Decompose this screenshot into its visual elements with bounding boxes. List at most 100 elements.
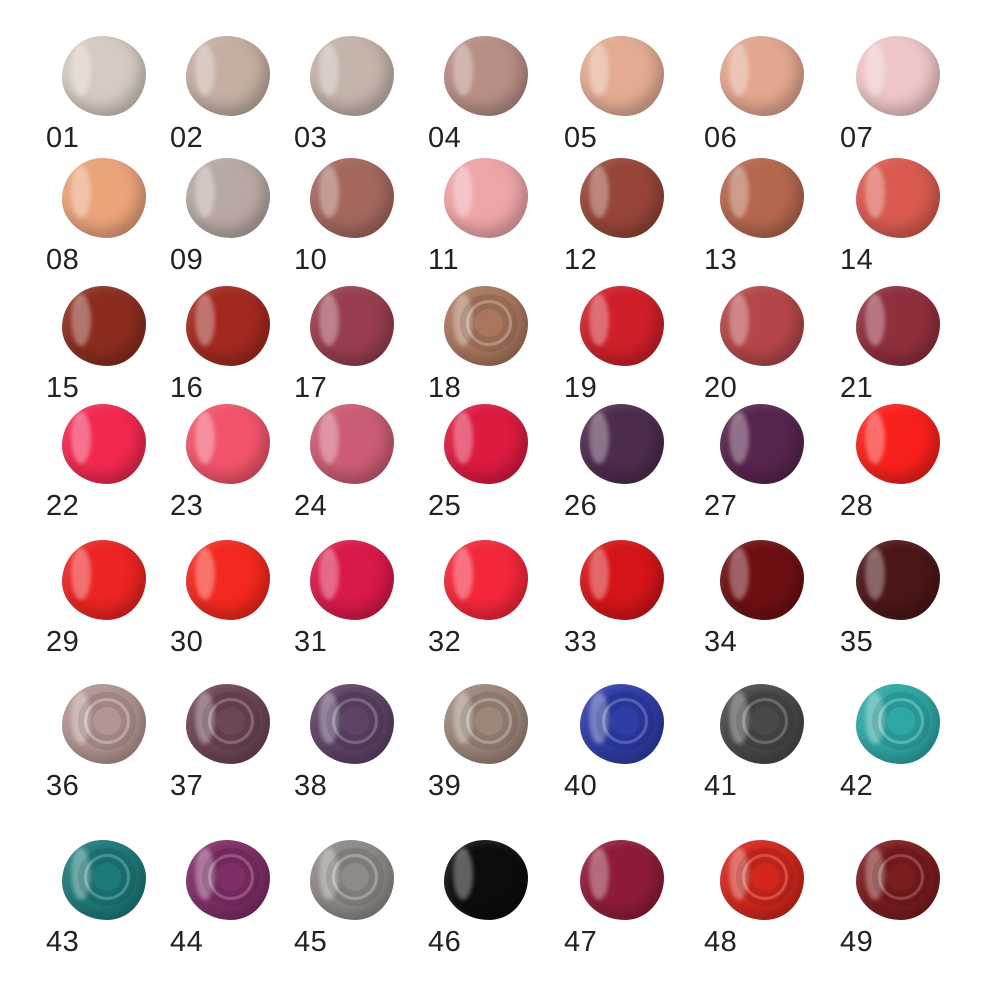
shade-number: 23 — [170, 490, 204, 522]
shade-swatch-14[interactable]: 14 — [840, 158, 962, 293]
shade-swatch-01[interactable]: 01 — [46, 36, 168, 171]
polish-blob — [720, 404, 804, 484]
shade-swatch-49[interactable]: 49 — [840, 840, 962, 975]
polish-blob — [310, 286, 394, 366]
gloss-highlight — [195, 692, 215, 744]
polish-blob — [720, 158, 804, 238]
gloss-highlight — [589, 848, 609, 900]
polish-blob — [186, 404, 270, 484]
shade-number: 24 — [294, 490, 328, 522]
gloss-highlight — [319, 166, 339, 218]
shade-swatch-15[interactable]: 15 — [46, 286, 168, 421]
shade-swatch-05[interactable]: 05 — [564, 36, 686, 171]
gloss-highlight — [729, 412, 749, 464]
shade-swatch-22[interactable]: 22 — [46, 404, 168, 539]
gloss-highlight — [195, 294, 215, 346]
shade-swatch-38[interactable]: 38 — [294, 684, 416, 819]
gloss-highlight — [589, 44, 609, 96]
shade-swatch-24[interactable]: 24 — [294, 404, 416, 539]
shade-swatch-26[interactable]: 26 — [564, 404, 686, 539]
polish-blob — [62, 684, 146, 764]
shade-swatch-12[interactable]: 12 — [564, 158, 686, 293]
shade-swatch-47[interactable]: 47 — [564, 840, 686, 975]
shade-swatch-35[interactable]: 35 — [840, 540, 962, 675]
shade-number: 07 — [840, 122, 874, 154]
gloss-highlight — [453, 692, 473, 744]
shade-swatch-19[interactable]: 19 — [564, 286, 686, 421]
shade-swatch-37[interactable]: 37 — [170, 684, 292, 819]
shade-swatch-07[interactable]: 07 — [840, 36, 962, 171]
shade-swatch-29[interactable]: 29 — [46, 540, 168, 675]
shade-swatch-28[interactable]: 28 — [840, 404, 962, 539]
shade-swatch-42[interactable]: 42 — [840, 684, 962, 819]
polish-blob — [720, 684, 804, 764]
shade-swatch-08[interactable]: 08 — [46, 158, 168, 293]
shade-number: 21 — [840, 372, 874, 404]
shade-swatch-17[interactable]: 17 — [294, 286, 416, 421]
shade-swatch-27[interactable]: 27 — [704, 404, 826, 539]
shade-swatch-33[interactable]: 33 — [564, 540, 686, 675]
shade-swatch-03[interactable]: 03 — [294, 36, 416, 171]
shade-swatch-09[interactable]: 09 — [170, 158, 292, 293]
polish-blob — [720, 36, 804, 116]
gloss-highlight — [71, 548, 91, 600]
shade-swatch-44[interactable]: 44 — [170, 840, 292, 975]
shade-number: 10 — [294, 244, 328, 276]
shade-swatch-43[interactable]: 43 — [46, 840, 168, 975]
shade-swatch-21[interactable]: 21 — [840, 286, 962, 421]
polish-blob — [856, 286, 940, 366]
shade-number: 04 — [428, 122, 462, 154]
shade-swatch-25[interactable]: 25 — [428, 404, 550, 539]
shade-number: 36 — [46, 770, 80, 802]
shade-number: 41 — [704, 770, 738, 802]
shade-number: 43 — [46, 926, 80, 958]
shade-swatch-16[interactable]: 16 — [170, 286, 292, 421]
gloss-highlight — [729, 294, 749, 346]
gloss-highlight — [71, 166, 91, 218]
polish-blob — [310, 36, 394, 116]
shade-swatch-23[interactable]: 23 — [170, 404, 292, 539]
shade-number: 39 — [428, 770, 462, 802]
shade-swatch-11[interactable]: 11 — [428, 158, 550, 293]
gloss-highlight — [729, 548, 749, 600]
shade-swatch-48[interactable]: 48 — [704, 840, 826, 975]
shade-swatch-32[interactable]: 32 — [428, 540, 550, 675]
shade-swatch-04[interactable]: 04 — [428, 36, 550, 171]
shade-number: 05 — [564, 122, 598, 154]
polish-blob — [444, 840, 528, 920]
shade-swatch-20[interactable]: 20 — [704, 286, 826, 421]
shade-swatch-31[interactable]: 31 — [294, 540, 416, 675]
gloss-highlight — [865, 692, 885, 744]
shade-swatch-10[interactable]: 10 — [294, 158, 416, 293]
shade-swatch-34[interactable]: 34 — [704, 540, 826, 675]
shade-swatch-30[interactable]: 30 — [170, 540, 292, 675]
shade-number: 28 — [840, 490, 874, 522]
gloss-highlight — [729, 44, 749, 96]
gloss-highlight — [195, 548, 215, 600]
polish-blob — [186, 158, 270, 238]
shade-swatch-46[interactable]: 46 — [428, 840, 550, 975]
polish-blob — [62, 286, 146, 366]
shade-swatch-06[interactable]: 06 — [704, 36, 826, 171]
gloss-highlight — [453, 166, 473, 218]
gloss-highlight — [71, 294, 91, 346]
shade-number: 20 — [704, 372, 738, 404]
shade-swatch-40[interactable]: 40 — [564, 684, 686, 819]
gloss-highlight — [195, 44, 215, 96]
polish-blob — [720, 540, 804, 620]
gloss-highlight — [195, 412, 215, 464]
polish-blob — [444, 286, 528, 366]
polish-blob — [580, 540, 664, 620]
shade-swatch-41[interactable]: 41 — [704, 684, 826, 819]
shade-swatch-36[interactable]: 36 — [46, 684, 168, 819]
shade-swatch-39[interactable]: 39 — [428, 684, 550, 819]
shade-swatch-13[interactable]: 13 — [704, 158, 826, 293]
gloss-highlight — [589, 294, 609, 346]
shade-swatch-45[interactable]: 45 — [294, 840, 416, 975]
gloss-highlight — [453, 548, 473, 600]
shade-number: 46 — [428, 926, 462, 958]
shade-swatch-02[interactable]: 02 — [170, 36, 292, 171]
shade-swatch-18[interactable]: 18 — [428, 286, 550, 421]
shade-number: 09 — [170, 244, 204, 276]
shade-number: 25 — [428, 490, 462, 522]
